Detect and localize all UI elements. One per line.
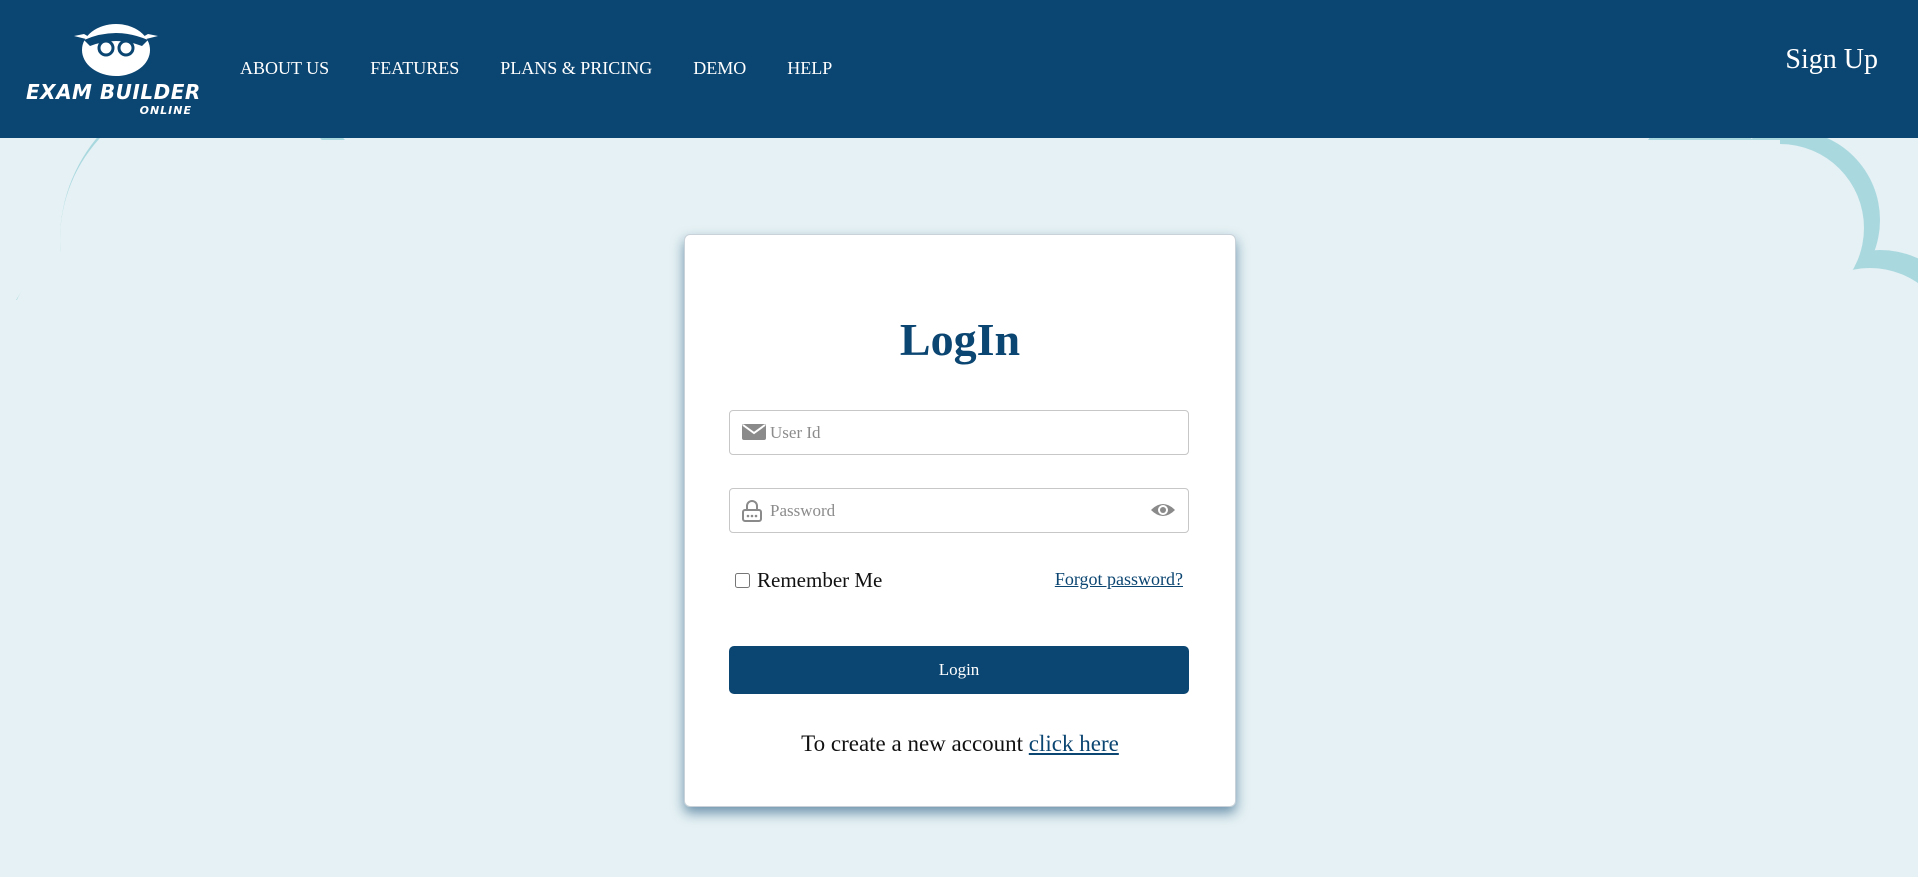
user-id-input[interactable] [770,411,1130,454]
nav-item-plans-pricing[interactable]: PLANS & PRICING [500,58,652,79]
login-button[interactable]: Login [729,646,1189,694]
nav-item-about-us[interactable]: ABOUT US [240,58,329,79]
owl-logo-icon [74,24,158,76]
main-nav: ABOUT US FEATURES PLANS & PRICING DEMO H… [240,58,873,79]
create-account-prompt: To create a new account click here [685,731,1235,757]
password-input[interactable] [770,489,1130,532]
nav-item-features[interactable]: FEATURES [370,58,459,79]
envelope-icon [742,424,766,440]
forgot-password-link[interactable]: Forgot password? [1055,569,1183,590]
top-navbar: EXAM BUILDER ONLINE ABOUT US FEATURES PL… [0,0,1918,138]
nav-item-help[interactable]: HELP [787,58,832,79]
eye-icon[interactable] [1150,500,1176,520]
password-field[interactable] [729,488,1189,533]
login-card: LogIn Remember Me Forgot password? Login… [684,234,1236,807]
logo-subtitle: ONLINE [139,104,192,117]
remember-me: Remember Me [735,568,882,593]
brand-logo[interactable]: EXAM BUILDER ONLINE [24,24,214,120]
lock-icon [742,500,762,522]
create-account-text: To create a new account [801,731,1024,756]
page-title: LogIn [899,314,1021,365]
create-account-link[interactable]: click here [1029,731,1119,756]
signup-link[interactable]: Sign Up [1785,44,1878,76]
remember-me-label[interactable]: Remember Me [757,568,882,593]
nav-item-demo[interactable]: DEMO [693,58,746,79]
remember-me-checkbox[interactable] [735,573,750,588]
user-id-field[interactable] [729,410,1189,455]
logo-title: EXAM BUILDER [26,80,201,104]
